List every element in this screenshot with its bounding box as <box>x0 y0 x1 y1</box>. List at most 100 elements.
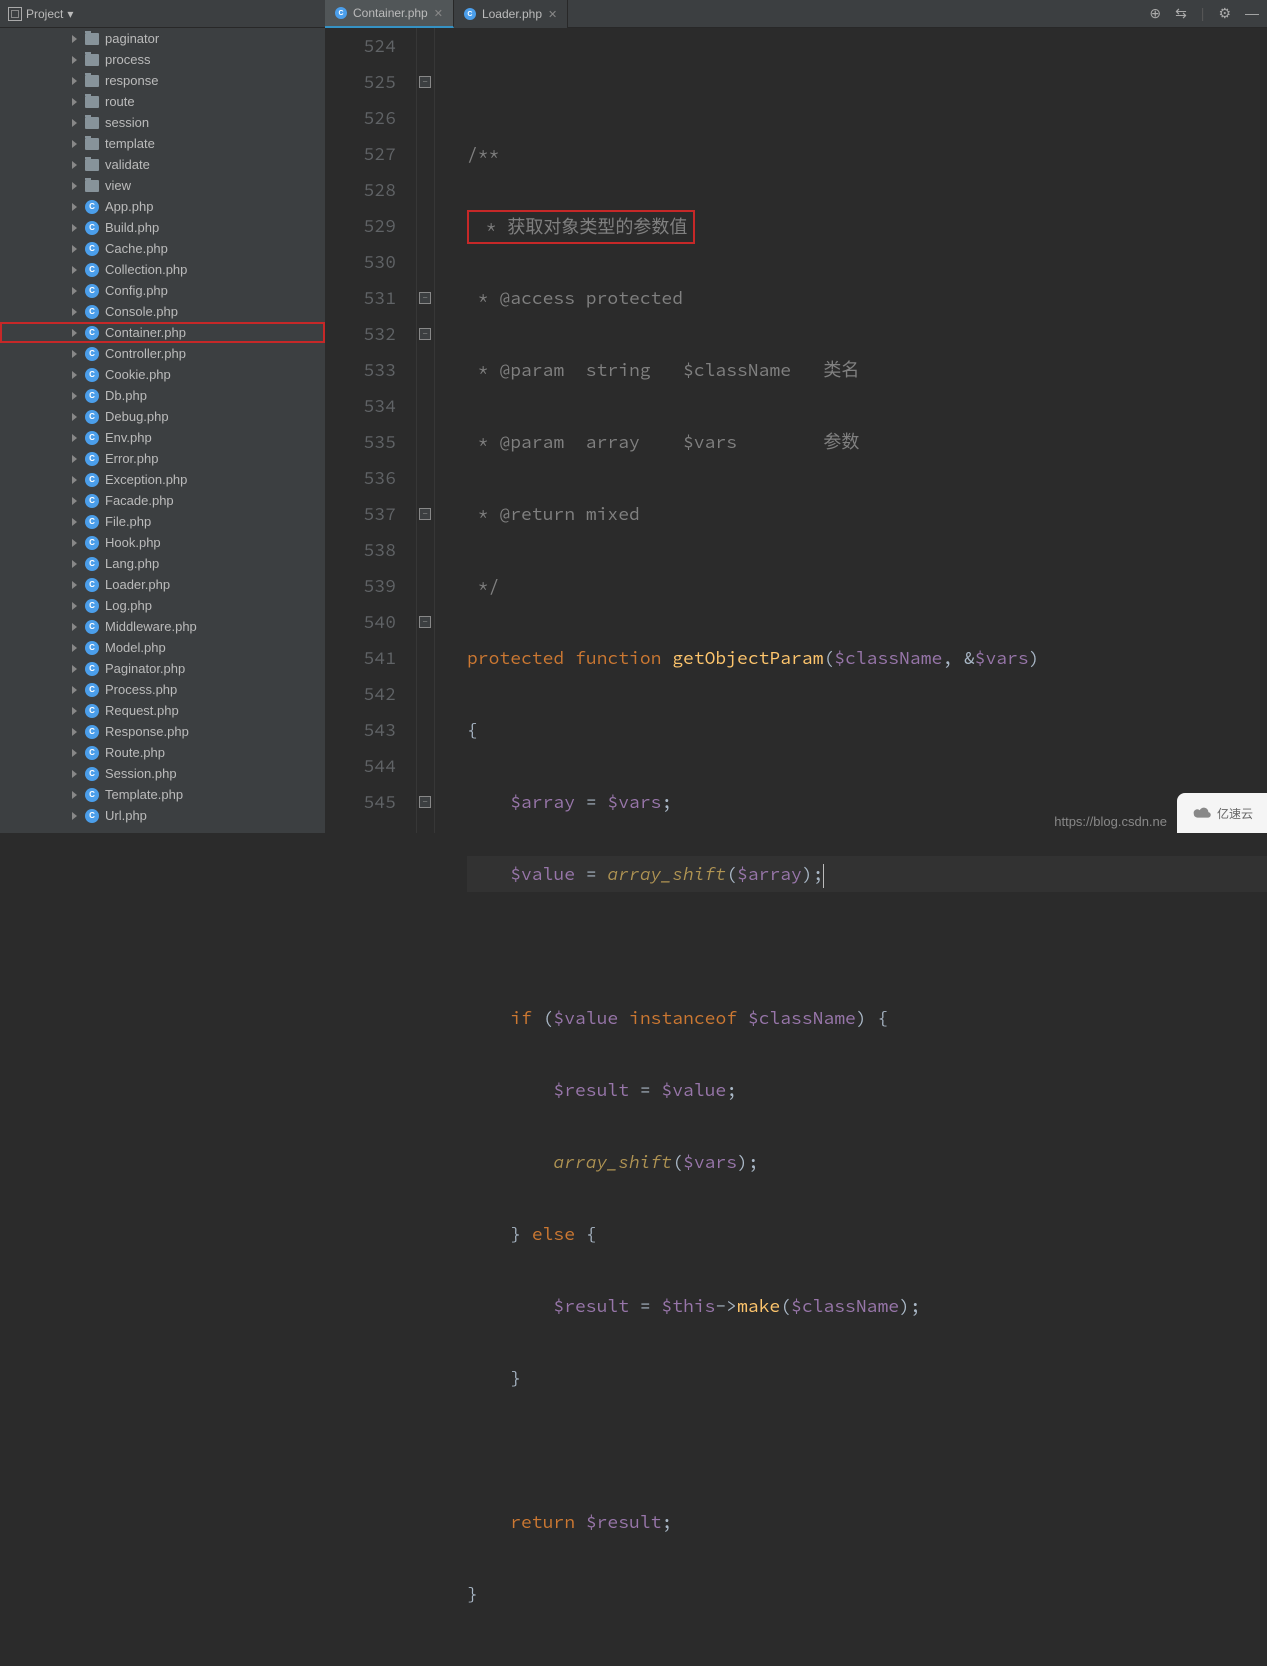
expand-icon[interactable] <box>72 518 77 526</box>
tree-file[interactable]: Debug.php <box>0 406 325 427</box>
tree-file[interactable]: Middleware.php <box>0 616 325 637</box>
expand-icon[interactable] <box>72 476 77 484</box>
expand-icon[interactable] <box>72 266 77 274</box>
expand-icon[interactable] <box>72 665 77 673</box>
tree-file[interactable]: Route.php <box>0 742 325 763</box>
expand-icon[interactable] <box>72 602 77 610</box>
php-class-icon <box>85 410 99 424</box>
tree-folder[interactable]: view <box>0 175 325 196</box>
tree-file[interactable]: File.php <box>0 511 325 532</box>
expand-icon[interactable] <box>72 329 77 337</box>
expand-icon[interactable] <box>72 728 77 736</box>
expand-icon[interactable] <box>72 98 77 106</box>
expand-icon[interactable] <box>72 287 77 295</box>
tree-file[interactable]: Paginator.php <box>0 658 325 679</box>
minimize-icon[interactable]: — <box>1245 5 1259 22</box>
tree-file[interactable]: Config.php <box>0 280 325 301</box>
close-icon[interactable]: ✕ <box>548 8 557 21</box>
fold-marker[interactable] <box>419 76 431 88</box>
text-cursor <box>823 864 824 888</box>
expand-icon[interactable] <box>72 623 77 631</box>
close-icon[interactable]: ✕ <box>434 7 443 20</box>
tree-file[interactable]: Error.php <box>0 448 325 469</box>
expand-icon[interactable] <box>72 203 77 211</box>
tree-folder[interactable]: validate <box>0 154 325 175</box>
gear-icon[interactable]: ⚙ <box>1218 5 1231 22</box>
expand-icon[interactable] <box>72 182 77 190</box>
tree-file[interactable]: Loader.php <box>0 574 325 595</box>
php-class-icon <box>85 305 99 319</box>
expand-icon[interactable] <box>72 455 77 463</box>
expand-icon[interactable] <box>72 224 77 232</box>
tree-file[interactable]: Request.php <box>0 700 325 721</box>
tree-file[interactable]: Lang.php <box>0 553 325 574</box>
project-tree[interactable]: paginatorprocessresponseroutesessiontemp… <box>0 28 325 833</box>
tree-file[interactable]: Exception.php <box>0 469 325 490</box>
collapse-icon[interactable]: ⇆ <box>1175 5 1187 22</box>
expand-icon[interactable] <box>72 539 77 547</box>
tree-file[interactable]: Build.php <box>0 217 325 238</box>
expand-icon[interactable] <box>72 749 77 757</box>
tree-folder[interactable]: paginator <box>0 28 325 49</box>
expand-icon[interactable] <box>72 77 77 85</box>
tree-folder[interactable]: session <box>0 112 325 133</box>
fold-marker[interactable] <box>419 616 431 628</box>
expand-icon[interactable] <box>72 812 77 820</box>
expand-icon[interactable] <box>72 770 77 778</box>
expand-icon[interactable] <box>72 161 77 169</box>
tree-file[interactable]: Controller.php <box>0 343 325 364</box>
tree-folder[interactable]: response <box>0 70 325 91</box>
expand-icon[interactable] <box>72 686 77 694</box>
expand-icon[interactable] <box>72 560 77 568</box>
expand-icon[interactable] <box>72 581 77 589</box>
expand-icon[interactable] <box>72 434 77 442</box>
tree-file[interactable]: Log.php <box>0 595 325 616</box>
expand-icon[interactable] <box>72 308 77 316</box>
tree-file[interactable]: Session.php <box>0 763 325 784</box>
expand-icon[interactable] <box>72 707 77 715</box>
tree-file[interactable]: Cache.php <box>0 238 325 259</box>
project-selector[interactable]: Project ▾ <box>0 7 81 21</box>
file-name: File.php <box>105 514 151 529</box>
tree-file[interactable]: Hook.php <box>0 532 325 553</box>
expand-icon[interactable] <box>72 392 77 400</box>
tree-file[interactable]: Template.php <box>0 784 325 805</box>
tree-file[interactable]: Url.php <box>0 805 325 826</box>
tab-container-php[interactable]: Container.php ✕ <box>325 0 454 28</box>
fold-marker[interactable] <box>419 508 431 520</box>
fold-marker[interactable] <box>419 328 431 340</box>
tree-file[interactable]: Facade.php <box>0 490 325 511</box>
expand-icon[interactable] <box>72 644 77 652</box>
fold-marker[interactable] <box>419 292 431 304</box>
expand-icon[interactable] <box>72 56 77 64</box>
expand-icon[interactable] <box>72 35 77 43</box>
expand-icon[interactable] <box>72 791 77 799</box>
tree-file[interactable]: App.php <box>0 196 325 217</box>
expand-icon[interactable] <box>72 245 77 253</box>
tree-file[interactable]: Process.php <box>0 679 325 700</box>
tree-folder[interactable]: route <box>0 91 325 112</box>
php-class-icon <box>464 8 476 20</box>
chevron-down-icon: ▾ <box>67 7 73 21</box>
tree-folder[interactable]: template <box>0 133 325 154</box>
expand-icon[interactable] <box>72 371 77 379</box>
expand-icon[interactable] <box>72 497 77 505</box>
tab-loader-php[interactable]: Loader.php ✕ <box>454 0 568 28</box>
tree-file[interactable]: Db.php <box>0 385 325 406</box>
expand-icon[interactable] <box>72 119 77 127</box>
fold-marker[interactable] <box>419 796 431 808</box>
tree-file[interactable]: Collection.php <box>0 259 325 280</box>
expand-icon[interactable] <box>72 350 77 358</box>
expand-icon[interactable] <box>72 140 77 148</box>
tree-file[interactable]: Model.php <box>0 637 325 658</box>
tree-file[interactable]: Env.php <box>0 427 325 448</box>
code-area[interactable]: /** * 获取对象类型的参数值 * @access protected * @… <box>435 28 1267 833</box>
target-icon[interactable]: ⊕ <box>1149 5 1161 22</box>
tree-file[interactable]: Container.php <box>0 322 325 343</box>
tree-file[interactable]: Cookie.php <box>0 364 325 385</box>
code-editor[interactable]: 5245255265275285295305315325335345355365… <box>325 28 1267 833</box>
expand-icon[interactable] <box>72 413 77 421</box>
tree-file[interactable]: Console.php <box>0 301 325 322</box>
tree-folder[interactable]: process <box>0 49 325 70</box>
tree-file[interactable]: Response.php <box>0 721 325 742</box>
